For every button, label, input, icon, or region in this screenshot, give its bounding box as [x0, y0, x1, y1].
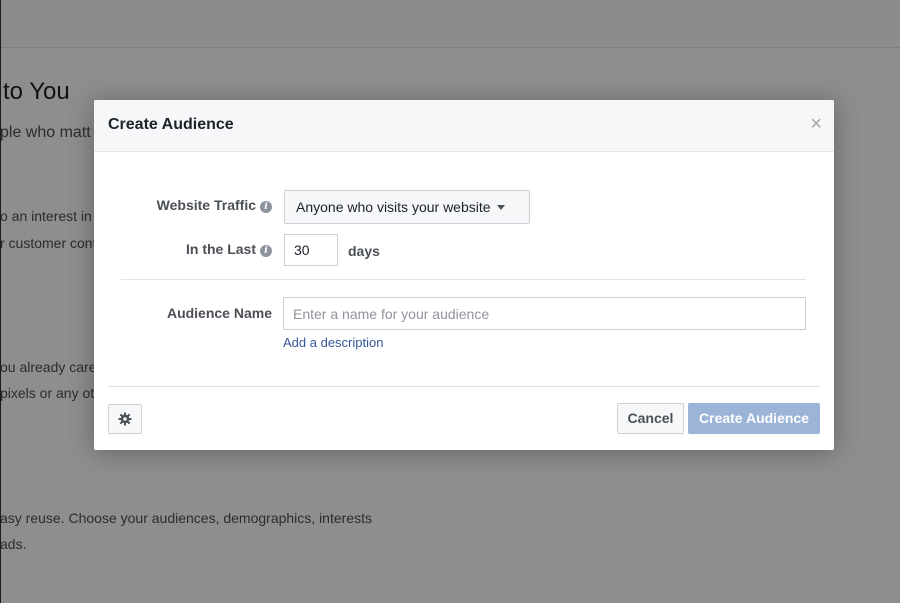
- website-traffic-dropdown[interactable]: Anyone who visits your website: [284, 190, 530, 224]
- info-icon[interactable]: i: [260, 201, 272, 213]
- in-the-last-label-text: In the Last: [185, 241, 256, 257]
- dialog-title: Create Audience: [108, 116, 234, 133]
- website-traffic-selected: Anyone who visits your website: [296, 199, 491, 215]
- add-description-link[interactable]: Add a description: [283, 335, 383, 350]
- divider: [121, 279, 806, 280]
- info-icon[interactable]: i: [260, 245, 272, 257]
- in-the-last-label: In the Last i: [186, 241, 272, 257]
- website-traffic-label: Website Traffic i: [157, 197, 272, 213]
- days-unit-label: days: [348, 243, 380, 259]
- create-audience-button[interactable]: Create Audience: [688, 403, 820, 434]
- create-audience-dialog: Create Audience × Website Traffic i Anyon…: [94, 100, 834, 450]
- audience-name-label: Audience Name: [166, 305, 272, 321]
- settings-button[interactable]: [108, 404, 142, 434]
- days-input[interactable]: [284, 234, 338, 266]
- dialog-header: Create Audience ×: [94, 100, 834, 152]
- footer-divider: [108, 386, 820, 387]
- audience-name-input[interactable]: [283, 297, 806, 330]
- website-traffic-label-text: Website Traffic: [156, 197, 256, 213]
- cancel-button[interactable]: Cancel: [617, 403, 684, 434]
- caret-down-icon: [496, 205, 505, 210]
- gear-icon: [118, 412, 132, 426]
- close-icon[interactable]: ×: [810, 114, 822, 134]
